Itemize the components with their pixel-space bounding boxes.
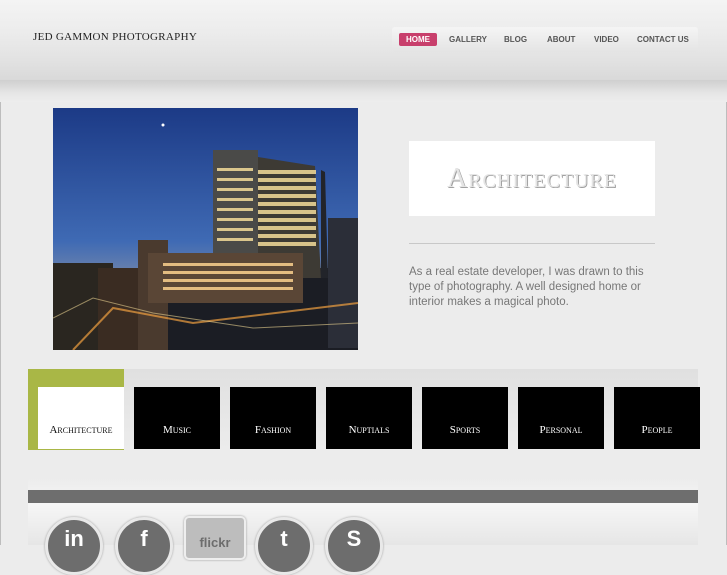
facebook-glyph: f <box>140 526 148 551</box>
header-band <box>0 80 727 102</box>
twitter-glyph: t <box>280 526 288 551</box>
stumbleupon-icon[interactable]: S <box>325 517 383 575</box>
gallery-title: Architecture <box>447 162 617 194</box>
category-label: Fashion <box>254 424 292 436</box>
nav-contact[interactable]: CONTACT US <box>633 33 693 46</box>
gallery-description: As a real estate developer, I was drawn … <box>409 266 644 308</box>
facebook-icon[interactable]: f <box>115 517 173 575</box>
site-logo[interactable]: JED GAMMON PHOTOGRAPHY <box>33 31 197 43</box>
category-architecture[interactable]: Architecture <box>38 387 124 449</box>
nav-home[interactable]: HOME <box>399 33 437 46</box>
category-label: Architecture <box>49 424 113 436</box>
category-nuptials[interactable]: Nuptials <box>326 387 412 449</box>
gallery-title-box: Architecture <box>409 141 655 216</box>
nav-video[interactable]: VIDEO <box>590 33 623 46</box>
category-label: Sports <box>449 424 481 436</box>
nav-gallery[interactable]: GALLERY <box>445 33 491 46</box>
main-nav: HOME GALLERY BLOG ABOUT VIDEO CONTACT US <box>392 27 698 52</box>
divider <box>409 243 655 244</box>
twitter-icon[interactable]: t <box>255 517 313 575</box>
category-fashion[interactable]: Fashion <box>230 387 316 449</box>
category-label: Music <box>162 424 191 436</box>
category-personal[interactable]: Personal <box>518 387 604 449</box>
stumbleupon-glyph: S <box>346 526 362 551</box>
nav-blog[interactable]: BLOG <box>500 33 531 46</box>
hero-photo <box>53 108 358 350</box>
nav-about[interactable]: ABOUT <box>543 33 579 46</box>
category-sports[interactable]: Sports <box>422 387 508 449</box>
category-label: Personal <box>539 424 583 436</box>
flickr-icon[interactable]: flickr <box>184 516 246 560</box>
footer-bar <box>28 490 698 503</box>
flickr-glyph: flickr <box>199 535 231 550</box>
linkedin-icon[interactable]: in <box>45 517 103 575</box>
header: JED GAMMON PHOTOGRAPHY HOME GALLERY BLOG… <box>0 0 727 80</box>
category-people[interactable]: People <box>614 387 700 449</box>
category-music[interactable]: Music <box>134 387 220 449</box>
linkedin-glyph: in <box>64 526 84 551</box>
category-label: Nuptials <box>348 424 390 436</box>
category-label: People <box>641 424 673 436</box>
